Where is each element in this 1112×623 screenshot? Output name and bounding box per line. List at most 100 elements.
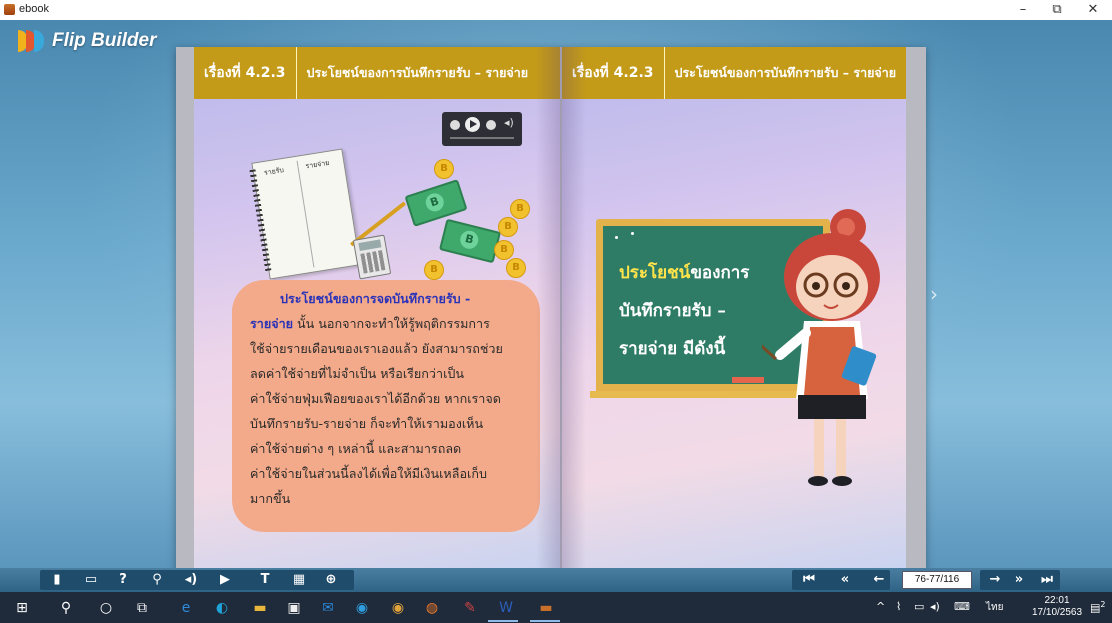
- chrome-icon[interactable]: ◉: [388, 598, 408, 618]
- next-page-icon[interactable]: »: [1010, 571, 1028, 589]
- network-icon[interactable]: ⌇: [896, 600, 901, 613]
- sound-icon[interactable]: ◂): [182, 571, 200, 589]
- mail-icon[interactable]: ✉: [318, 598, 338, 618]
- teacher-illustration: [762, 209, 880, 486]
- board-line-1: ประโยชน์ของการ: [619, 254, 749, 292]
- board-highlight: ประโยชน์: [619, 263, 691, 283]
- grid-icon[interactable]: ▦: [290, 571, 308, 589]
- flip-builder-logo: Flip Builder: [14, 28, 157, 54]
- language-indicator[interactable]: ไทย: [986, 600, 1003, 615]
- notebook-divider: [296, 160, 315, 268]
- coin-icon: B: [434, 159, 454, 179]
- close-button[interactable]: ✕: [1076, 0, 1110, 20]
- clock-date: 17/10/2563: [1032, 607, 1083, 618]
- bubble-line-1: ประโยชน์ของการจดบันทึกรายรับ -: [280, 291, 471, 306]
- tray-chevron-icon[interactable]: ^: [876, 600, 885, 613]
- keyboard-icon[interactable]: ⌨: [954, 600, 970, 613]
- bubble-line-2-rest: นั้น นอกจากจะทำให้รู้พฤติกรรมการ: [293, 316, 490, 331]
- ebook-app-icon: [4, 4, 15, 15]
- word-active-indicator: [488, 620, 518, 622]
- notebook-expense-label: รายจ่าย: [304, 158, 330, 171]
- forward-one-icon[interactable]: →: [986, 571, 1004, 589]
- coin-icon: B: [498, 217, 518, 237]
- banknote-icon: B: [404, 179, 468, 227]
- maximize-button[interactable]: ⧉: [1040, 0, 1074, 20]
- flipbook: เรื่องที่ 4.2.3 ประโยชน์ของการบันทึกรายร…: [176, 47, 926, 577]
- chalk-dot: [631, 232, 634, 235]
- audio-player[interactable]: ◂): [442, 112, 522, 146]
- right-header-topic: ประโยชน์ของการบันทึกรายรับ – รายจ่าย: [674, 65, 897, 80]
- file-explorer-icon[interactable]: ▬: [250, 598, 270, 618]
- start-icon[interactable]: ⊞: [12, 598, 32, 618]
- window-title: ebook: [19, 3, 49, 15]
- logo-text: Flip Builder: [52, 30, 157, 51]
- store-icon[interactable]: ▣: [284, 598, 304, 618]
- taskbar-clock[interactable]: 22:01 17/10/2563: [1032, 595, 1082, 619]
- notebook-spiral: [249, 169, 272, 274]
- chalk-dot: [615, 236, 618, 239]
- last-page-icon[interactable]: ⏭: [1038, 571, 1056, 589]
- coin-icon: B: [506, 258, 526, 278]
- back-one-icon[interactable]: ←: [870, 571, 888, 589]
- word-icon[interactable]: W: [496, 598, 516, 618]
- volume-icon[interactable]: ◂): [930, 600, 940, 613]
- firefox-icon[interactable]: ◍: [422, 598, 442, 618]
- left-header-number: เรื่องที่ 4.2.3: [194, 47, 297, 99]
- notification-center-icon[interactable]: ▤2: [1090, 600, 1106, 615]
- window-titlebar: ebook – ⧉ ✕: [0, 0, 1112, 20]
- battery-icon[interactable]: ▭: [914, 600, 924, 613]
- bubble-line-2: รายจ่าย นั้น นอกจากจะทำให้รู้พฤติกรรมการ: [250, 311, 522, 336]
- first-page-icon[interactable]: ⏮: [800, 571, 818, 589]
- banknote-icon: B: [438, 218, 502, 264]
- windows-taskbar: ⊞ ⚲ ○ ⧉ e ◐ ▬ ▣ ✉ ◉ ◉ ◍ ✎ W ▬ ^ ⌇ ▭ ◂) ⌨…: [0, 592, 1112, 623]
- bubble-line-6: บันทึกรายรับ-รายจ่าย ก็จะทำให้เรามองเห็น: [250, 416, 484, 431]
- search-icon[interactable]: ⚲: [148, 571, 166, 589]
- logo-mark-icon: [14, 28, 48, 54]
- page-number-input[interactable]: 76-77/116: [902, 571, 972, 589]
- right-page-header: เรื่องที่ 4.2.3 ประโยชน์ของการบันทึกรายร…: [562, 47, 906, 99]
- board-line-1-rest: ของการ: [690, 263, 750, 283]
- ebook-taskbar-icon[interactable]: ▬: [536, 598, 556, 618]
- next-page-arrow-icon[interactable]: ›: [930, 282, 938, 306]
- right-page[interactable]: เรื่องที่ 4.2.3 ประโยชน์ของการบันทึกรายร…: [562, 47, 906, 573]
- edge-icon[interactable]: ◐: [212, 598, 232, 618]
- forward-icon[interactable]: [486, 120, 496, 130]
- ebook-active-indicator: [530, 620, 560, 622]
- task-view-icon[interactable]: ⧉: [132, 598, 152, 618]
- prev-page-icon[interactable]: «: [836, 571, 854, 589]
- chalkboard-text: ประโยชน์ของการ บันทึกรายรับ – รายจ่าย มี…: [619, 254, 749, 368]
- chromium-icon[interactable]: ◉: [352, 598, 372, 618]
- zoom-icon[interactable]: ⊕: [322, 571, 340, 589]
- volume-icon[interactable]: ◂): [504, 116, 514, 129]
- text-icon[interactable]: T: [256, 571, 274, 589]
- audio-progress-bar[interactable]: [450, 137, 514, 139]
- bookmark-icon[interactable]: ▮: [48, 571, 66, 589]
- text-bubble: ประโยชน์ของการจดบันทึกรายรับ - รายจ่าย น…: [232, 280, 540, 532]
- search-icon[interactable]: ⚲: [56, 598, 76, 618]
- thumbnails-icon[interactable]: ▭: [82, 571, 100, 589]
- cortana-icon[interactable]: ○: [96, 598, 116, 618]
- bubble-text: ประโยชน์ของการจดบันทึกรายรับ - รายจ่าย น…: [250, 286, 522, 511]
- left-page[interactable]: เรื่องที่ 4.2.3 ประโยชน์ของการบันทึกรายร…: [194, 47, 560, 573]
- bubble-line-5: ค่าใช้จ่ายฟุ่มเฟือยของเราได้อีกด้วย หากเ…: [250, 391, 501, 406]
- notification-count: 2: [1100, 600, 1106, 609]
- coin-icon: B: [424, 260, 444, 280]
- bubble-line-7: ค่าใช้จ่ายต่าง ๆ เหล่านี้ และสามารถลด: [250, 441, 462, 456]
- left-page-header: เรื่องที่ 4.2.3 ประโยชน์ของการบันทึกรายร…: [194, 47, 560, 99]
- notebook-income-label: รายรับ: [263, 165, 285, 178]
- bubble-line-4: ลดค่าใช้จ่ายที่ไม่จำเป็น หรือเรียกว่าเป็…: [250, 366, 464, 381]
- autoplay-icon[interactable]: ▶: [216, 571, 234, 589]
- internet-explorer-icon[interactable]: e: [176, 598, 196, 618]
- calculator-icon: [352, 234, 392, 280]
- play-icon[interactable]: [465, 117, 480, 132]
- rewind-icon[interactable]: [450, 120, 460, 130]
- viewer-toolbar: ▮ ▭ ? ⚲ ◂) ▶ T ▦ ⊕ ⏮ « ← 76-77/116 → » ⏭: [0, 568, 1112, 592]
- photos-icon[interactable]: ✎: [460, 598, 480, 618]
- left-header-topic: ประโยชน์ของการบันทึกรายรับ – รายจ่าย: [306, 65, 529, 80]
- bubble-line-9: มากขึ้น: [250, 491, 291, 506]
- clock-time: 22:01: [1044, 595, 1070, 606]
- help-icon[interactable]: ?: [114, 571, 132, 589]
- coin-icon: B: [510, 199, 530, 219]
- book-spine: [536, 47, 586, 573]
- minimize-button[interactable]: –: [1006, 0, 1040, 20]
